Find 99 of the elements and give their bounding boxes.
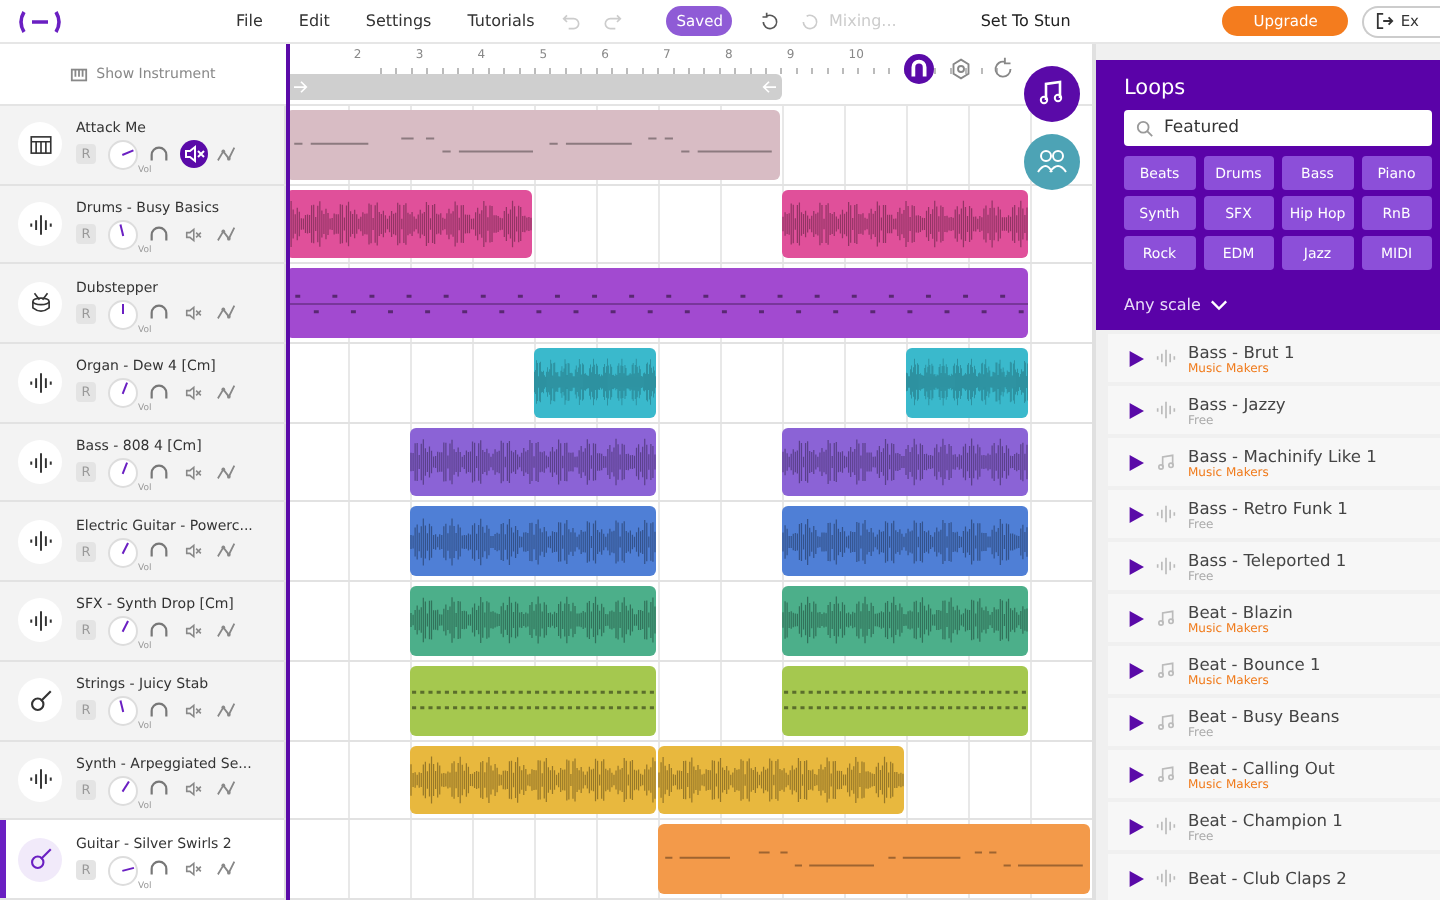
loop-name: Beat - Calling Out xyxy=(1188,757,1335,777)
automation-icon[interactable] xyxy=(216,619,238,642)
volume-knob[interactable] xyxy=(108,378,138,409)
waveform-icon xyxy=(1156,400,1176,420)
loop-name: Beat - Bounce 1 xyxy=(1188,653,1321,673)
automation-icon[interactable] xyxy=(216,858,238,881)
play-icon[interactable] xyxy=(1128,869,1144,887)
volume-knob[interactable] xyxy=(108,696,138,727)
menu-item[interactable]: Edit xyxy=(298,12,330,30)
magnet-icon[interactable] xyxy=(904,54,934,84)
loop-name: Bass - Brut 1 xyxy=(1188,341,1295,361)
music-note-icon xyxy=(1156,660,1176,680)
headphones-icon[interactable] xyxy=(148,143,170,166)
project-title[interactable]: Set To Stun xyxy=(980,12,1071,30)
panel-title: Loops xyxy=(1124,76,1188,100)
instrument-icon xyxy=(18,598,62,643)
exit-icon xyxy=(1376,12,1395,30)
play-icon[interactable] xyxy=(1128,401,1144,419)
spinner-icon xyxy=(800,11,821,31)
automation-icon[interactable] xyxy=(216,381,238,404)
volume-knob[interactable] xyxy=(108,616,138,647)
automation-icon[interactable] xyxy=(216,540,238,563)
chevron-down-icon xyxy=(1210,296,1229,314)
automation-icon[interactable] xyxy=(216,223,238,246)
logo-icon xyxy=(16,9,64,33)
play-icon[interactable] xyxy=(1128,609,1144,627)
instrument-icon xyxy=(18,122,62,167)
music-note-icon xyxy=(1156,608,1176,628)
volume-knob[interactable] xyxy=(108,855,138,886)
headphones-icon[interactable] xyxy=(148,858,170,881)
headphones-icon[interactable] xyxy=(148,699,170,722)
music-note-icon xyxy=(1156,712,1176,732)
headphones-icon[interactable] xyxy=(148,381,170,404)
automation-icon[interactable] xyxy=(216,461,238,484)
audio-clip[interactable] xyxy=(906,348,1028,418)
instrument-icon xyxy=(18,440,62,485)
menu-item[interactable]: Tutorials xyxy=(467,12,535,30)
play-icon[interactable] xyxy=(1128,817,1144,835)
instrument-icon xyxy=(18,678,62,723)
mute-icon[interactable] xyxy=(179,140,207,169)
automation-icon[interactable] xyxy=(216,143,238,166)
loop-name: Beat - Blazin xyxy=(1188,601,1293,621)
volume-knob[interactable] xyxy=(108,140,138,171)
music-note-icon xyxy=(1156,764,1176,784)
headphones-icon[interactable] xyxy=(148,461,170,484)
instrument-icon xyxy=(18,360,62,405)
waveform-icon xyxy=(1156,816,1176,836)
headphones-icon[interactable] xyxy=(148,302,170,325)
volume-knob[interactable] xyxy=(108,299,138,330)
play-icon[interactable] xyxy=(1128,713,1144,731)
loop-item[interactable]: Beat - Club Claps 2 xyxy=(1108,854,1440,900)
instrument-icon xyxy=(18,202,62,247)
music-note-button[interactable] xyxy=(1024,66,1080,122)
loop-name: Bass - Teleported 1 xyxy=(1188,549,1347,569)
scale-dropdown[interactable]: Any scale xyxy=(1124,296,1432,314)
play-icon[interactable] xyxy=(1128,505,1144,523)
menu-item[interactable]: File xyxy=(236,12,263,30)
volume-knob[interactable] xyxy=(108,775,138,806)
automation-icon[interactable] xyxy=(216,778,238,801)
music-note-icon xyxy=(1156,452,1176,472)
play-icon[interactable] xyxy=(1128,453,1144,471)
waveform-icon xyxy=(1156,348,1176,368)
instrument-icon xyxy=(18,519,62,564)
waveform-drawing xyxy=(906,356,1028,409)
instrument-icon xyxy=(18,837,62,882)
play-icon[interactable] xyxy=(1128,557,1144,575)
loop-name: Beat - Busy Beans xyxy=(1188,705,1340,725)
waveform-icon xyxy=(1156,504,1176,524)
waveform-icon xyxy=(1156,556,1176,576)
volume-knob[interactable] xyxy=(108,458,138,489)
loop-name: Bass - Jazzy xyxy=(1188,393,1286,413)
headphones-icon[interactable] xyxy=(148,619,170,642)
audio-clip[interactable] xyxy=(286,110,780,180)
waveform-icon xyxy=(1156,868,1176,888)
instrument-icon xyxy=(18,757,62,802)
loop-name: Beat - Champion 1 xyxy=(1188,809,1343,829)
play-icon[interactable] xyxy=(1128,349,1144,367)
instrument-icon xyxy=(18,281,62,326)
audio-clip[interactable] xyxy=(534,348,656,418)
audio-clip[interactable] xyxy=(658,824,1090,894)
menu-item[interactable]: Settings xyxy=(365,12,432,30)
loop-name: Bass - Machinify Like 1 xyxy=(1188,445,1377,465)
play-icon[interactable] xyxy=(1128,661,1144,679)
refresh-icon[interactable] xyxy=(760,11,781,31)
volume-knob[interactable] xyxy=(108,220,138,251)
headphones-icon[interactable] xyxy=(148,223,170,246)
play-icon[interactable] xyxy=(1128,765,1144,783)
search-field[interactable]: Featured xyxy=(1124,110,1432,146)
people-button[interactable] xyxy=(1024,134,1080,190)
headphones-icon[interactable] xyxy=(148,540,170,563)
search-icon xyxy=(1136,119,1154,137)
automation-icon[interactable] xyxy=(216,302,238,325)
automation-icon[interactable] xyxy=(216,699,238,722)
waveform-drawing xyxy=(534,356,656,409)
loop-name: Bass - Retro Funk 1 xyxy=(1188,497,1348,517)
headphones-icon[interactable] xyxy=(148,778,170,801)
piano-icon xyxy=(70,65,89,83)
volume-knob[interactable] xyxy=(108,537,138,568)
loop-name: Beat - Club Claps 2 xyxy=(1188,868,1347,888)
